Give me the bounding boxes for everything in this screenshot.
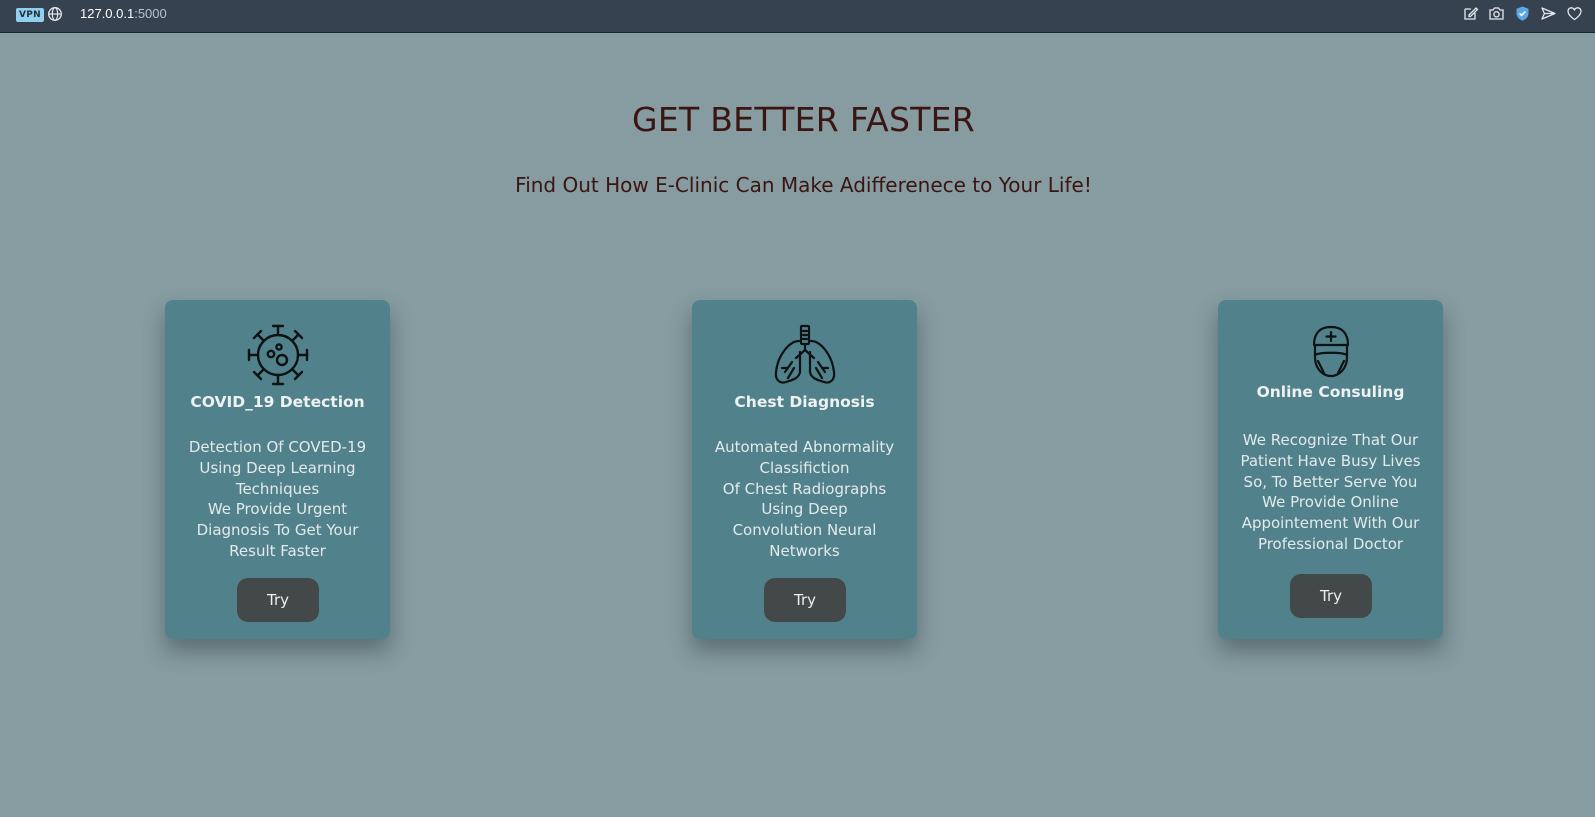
edit-icon[interactable] [1462, 5, 1479, 22]
service-card-covid: COVID_19 Detection Detection Of COVED-19… [165, 300, 390, 639]
card-description-line: Of Chest Radiographs [722, 479, 887, 498]
lungs-icon [774, 324, 835, 384]
vpn-badge[interactable]: VPN [16, 8, 44, 22]
shield-icon[interactable] [1514, 5, 1531, 22]
browser-toolbar: VPN 127.0.0.1:5000 [0, 0, 1595, 33]
card-description-line: Detection Of COVED-19 [188, 438, 367, 456]
card-description-line: Professional Doctor [1257, 534, 1404, 553]
url-host: 127.0.0.1 [80, 6, 135, 21]
card-description-line: Networks [769, 541, 840, 560]
send-icon[interactable] [1540, 5, 1557, 22]
card-description-line: Using Deep [761, 500, 848, 519]
card-title: COVID_19 Detection [190, 393, 365, 411]
card-description-line: Techniques [235, 479, 320, 498]
card-title: Chest Diagnosis [734, 393, 875, 411]
card-description-line: We Provide Urgent [207, 500, 348, 519]
card-description-line: We Recognize That Our [1242, 431, 1419, 449]
try-consulting-button[interactable]: Try [1290, 574, 1372, 618]
camera-icon[interactable] [1488, 5, 1505, 22]
try-covid-button[interactable]: Try [237, 578, 319, 622]
card-description-line: So, To Better Serve You [1243, 472, 1418, 491]
card-description-line: Appointement With Our [1241, 514, 1420, 533]
card-description: We Recognize That Our Patient Have Busy … [1232, 430, 1429, 555]
card-description-line: Patient Have Busy Lives [1240, 451, 1421, 470]
toolbar-icons [1462, 5, 1583, 22]
heart-icon[interactable] [1566, 5, 1583, 22]
card-description-line: Diagnosis To Get Your [196, 521, 359, 540]
card-description-line: Using Deep Learning [199, 458, 356, 477]
card-description-line: We Provide Online [1262, 493, 1399, 512]
url-port: :5000 [134, 6, 167, 21]
card-description: Automated Abnormality Classifiction Of C… [706, 437, 903, 562]
service-card-consulting: Online Consuling We Recognize That Our P… [1218, 300, 1443, 639]
address-bar[interactable]: 127.0.0.1:5000 [80, 6, 167, 22]
card-description-line: Convolution Neural [732, 521, 877, 540]
card-description-line: Classifiction [759, 458, 850, 477]
service-card-chest: Chest Diagnosis Automated Abnormality Cl… [692, 300, 917, 639]
try-chest-button[interactable]: Try [764, 578, 846, 622]
page-subtitle: Find Out How E-Clinic Can Make Adifferen… [515, 173, 1092, 197]
card-title: Online Consuling [1256, 383, 1405, 401]
virus-icon [247, 324, 308, 386]
page-title: GET BETTER FASTER [631, 100, 976, 139]
card-description-line: Result Faster [229, 541, 326, 560]
globe-icon[interactable] [47, 6, 63, 22]
doctor-icon [1312, 325, 1349, 378]
card-description-line: Automated Abnormality [714, 438, 895, 456]
card-description: Detection Of COVED-19 Using Deep Learnin… [179, 437, 376, 562]
